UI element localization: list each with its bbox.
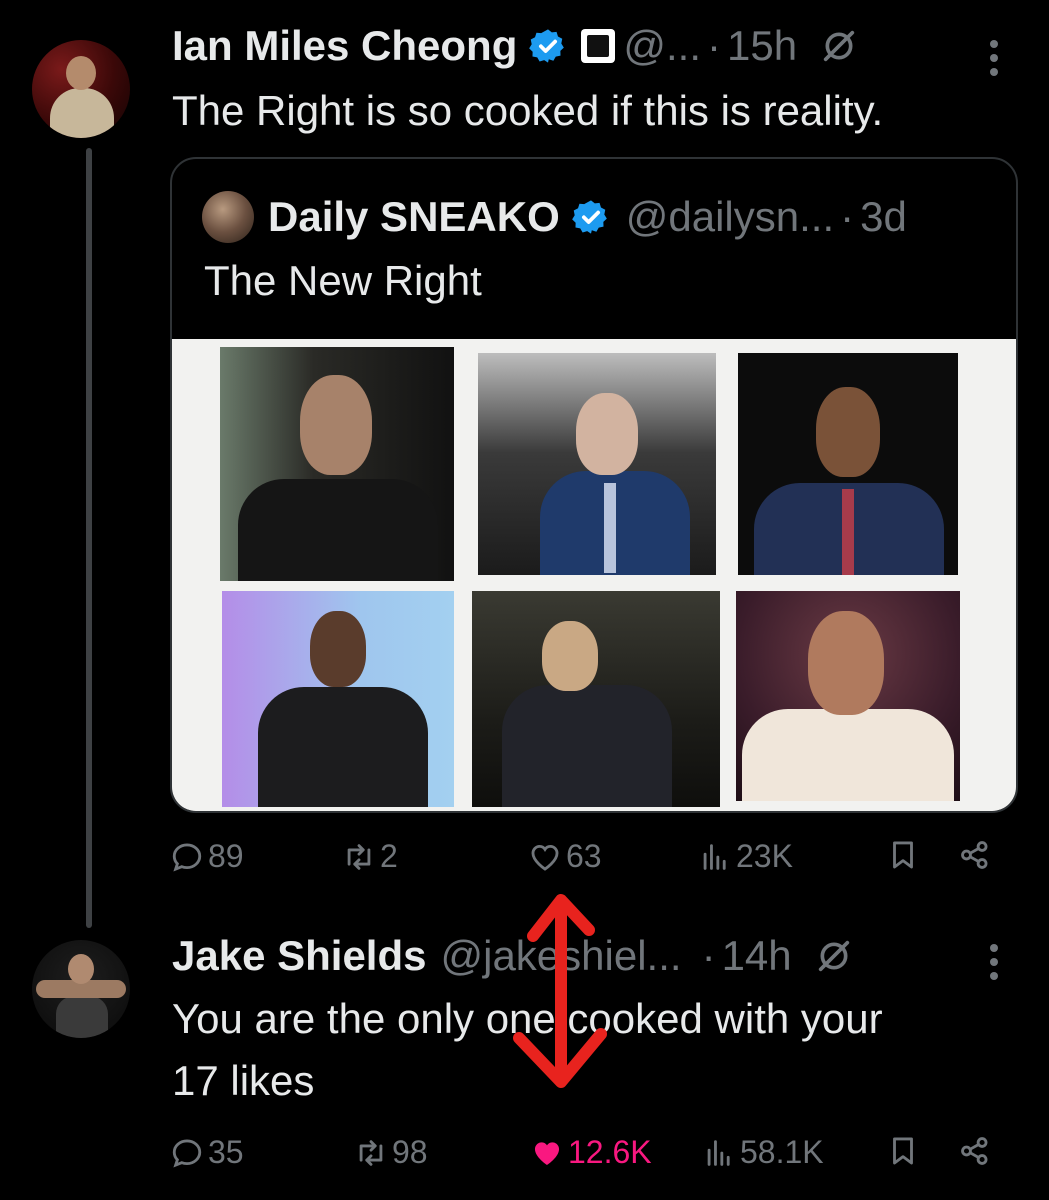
like-icon [531, 844, 559, 871]
quote-timestamp[interactable]: 3d [860, 193, 907, 241]
collage-photo [222, 591, 454, 807]
reply-icon [172, 843, 202, 871]
repost-count: 98 [392, 1134, 428, 1170]
reply-icon [172, 1139, 202, 1167]
quote-header: Daily SNEAKO @dailysn... · 3d [202, 191, 907, 243]
reply-timestamp[interactable]: 14h [722, 932, 792, 980]
collage-photo [736, 591, 960, 801]
quote-text: The New Right [204, 257, 482, 304]
reply-count: 35 [208, 1134, 244, 1170]
grok-icon[interactable] [814, 936, 854, 976]
annotation-double-arrow [513, 894, 607, 1088]
tweet-header: Ian Miles Cheong @... · 15h [172, 22, 859, 70]
views-icon [703, 843, 726, 870]
collage-photo [478, 353, 716, 575]
separator-dot: · [840, 193, 855, 240]
reply-author-name[interactable]: Jake Shields [172, 932, 426, 980]
reply-count: 89 [208, 838, 244, 874]
collage-photo [738, 353, 958, 575]
like-button[interactable]: 63 [528, 838, 602, 875]
separator-dot: · [707, 22, 722, 69]
like-filled-icon [534, 1141, 560, 1165]
separator-dot: · [701, 932, 716, 979]
reply-author-avatar[interactable] [32, 940, 130, 1038]
verified-badge-icon [529, 29, 565, 63]
bookmark-button[interactable] [886, 1134, 920, 1168]
views-button[interactable]: 23K [698, 838, 793, 875]
author-avatar[interactable] [32, 40, 130, 138]
views-button[interactable]: 58.1K [702, 1134, 824, 1171]
views-count: 23K [736, 838, 793, 874]
collage-photo [472, 591, 720, 807]
reply-button[interactable]: 89 [170, 838, 244, 875]
share-icon [961, 1137, 988, 1165]
reply-actions: 35 98 12.6K 58.1K [170, 1134, 1000, 1184]
quote-image-collage[interactable] [172, 339, 1016, 811]
quote-author-handle[interactable]: @dailysn... [626, 193, 834, 241]
author-handle[interactable]: @... [623, 22, 701, 70]
repost-button[interactable]: 2 [342, 838, 398, 875]
share-button[interactable] [958, 1134, 992, 1168]
repost-button[interactable]: 98 [354, 1134, 428, 1171]
views-count: 58.1K [740, 1134, 824, 1170]
like-count: 63 [566, 838, 602, 874]
tweet-text: The Right is so cooked if this is realit… [172, 87, 884, 134]
grok-icon[interactable] [819, 26, 859, 66]
share-button[interactable] [958, 838, 992, 872]
bookmark-icon [893, 841, 913, 869]
repost-icon [347, 843, 371, 870]
author-name[interactable]: Ian Miles Cheong [172, 22, 517, 70]
share-icon [961, 841, 988, 869]
more-icon[interactable] [990, 944, 1000, 986]
like-button-active[interactable]: 12.6K [530, 1134, 652, 1171]
affiliate-badge-icon [581, 29, 616, 63]
reply-button[interactable]: 35 [170, 1134, 244, 1171]
reply-text-line-2: 17 likes [172, 1057, 315, 1104]
repost-icon [359, 1139, 383, 1166]
quoted-tweet-card[interactable]: Daily SNEAKO @dailysn... · 3d The New Ri… [170, 157, 1018, 813]
bookmark-icon [893, 1137, 913, 1165]
views-icon [707, 1139, 730, 1166]
quote-avatar[interactable] [202, 191, 254, 243]
quote-author-name[interactable]: Daily SNEAKO [268, 193, 560, 241]
verified-badge-icon [571, 200, 607, 234]
bookmark-button[interactable] [886, 838, 920, 872]
more-icon[interactable] [990, 40, 1000, 82]
thread-connector-line [86, 148, 92, 928]
like-count: 12.6K [568, 1134, 652, 1170]
repost-count: 2 [380, 838, 398, 874]
collage-photo [220, 347, 454, 581]
timestamp[interactable]: 15h [727, 22, 797, 70]
